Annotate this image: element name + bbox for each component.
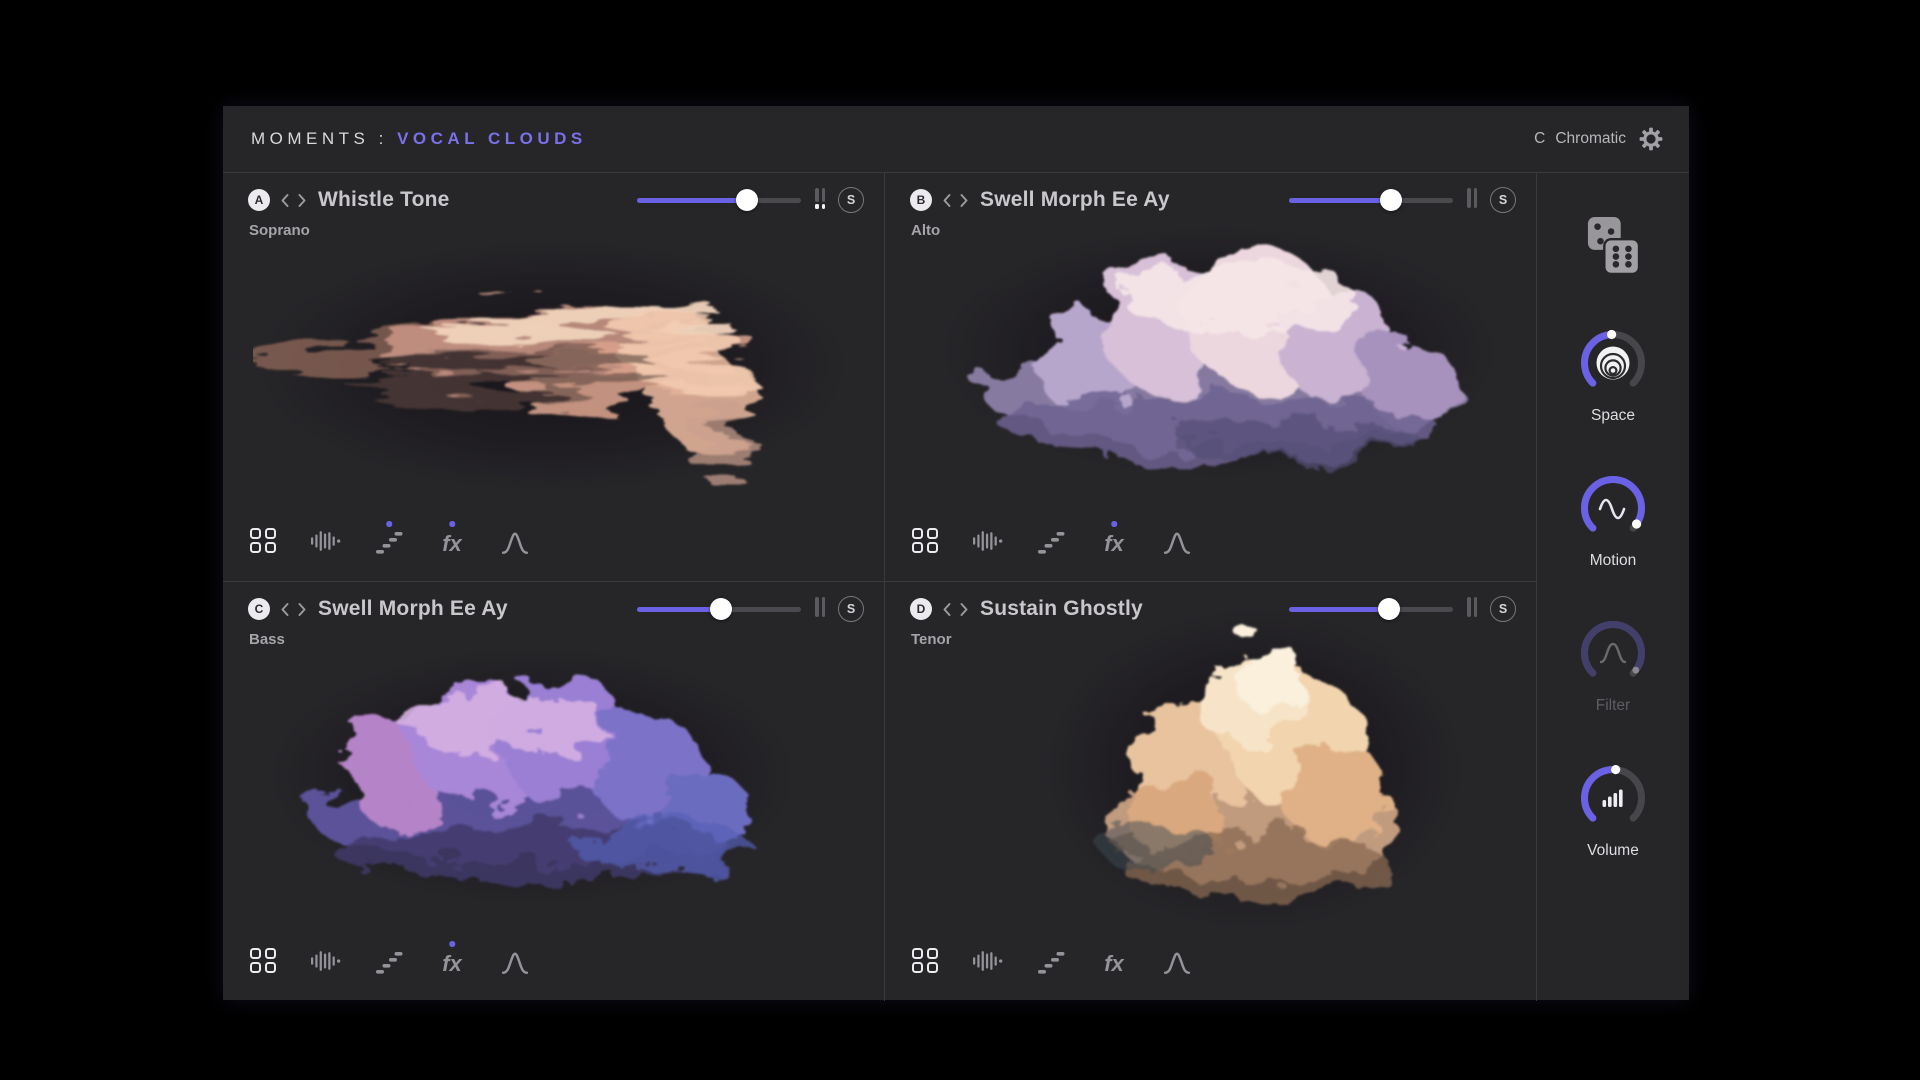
filter-knob[interactable]: Filter <box>1577 617 1649 715</box>
voice-label: Tenor <box>911 631 1536 648</box>
waveform-icon[interactable] <box>973 943 1003 975</box>
layers-grid-icon[interactable] <box>910 943 940 975</box>
active-dot <box>1111 521 1117 527</box>
next-preset-button[interactable] <box>297 602 307 617</box>
active-dot <box>449 521 455 527</box>
fx-icon[interactable]: fx <box>437 523 467 555</box>
product-name: VOCAL CLOUDS <box>397 129 587 148</box>
waveform-icon[interactable] <box>311 943 341 975</box>
fx-icon[interactable]: fx <box>437 943 467 975</box>
stereo-meter-icon <box>1467 188 1477 212</box>
prev-preset-button[interactable] <box>942 193 952 208</box>
level-slider[interactable] <box>1289 198 1453 203</box>
envelope-icon[interactable] <box>500 943 530 975</box>
stereo-meter-icon <box>815 188 825 212</box>
next-preset-button[interactable] <box>959 193 969 208</box>
sine-icon <box>1600 500 1624 518</box>
prev-preset-button[interactable] <box>280 193 290 208</box>
stereo-meter-icon <box>1467 597 1477 621</box>
fx-icon[interactable]: fx <box>1099 943 1129 975</box>
slot-letter-badge[interactable]: A <box>248 189 270 211</box>
active-dot <box>449 941 455 947</box>
voice-label: Soprano <box>249 222 884 239</box>
cloud-image-c <box>268 642 798 910</box>
voice-label: Bass <box>249 631 884 648</box>
layers-grid-icon[interactable] <box>910 523 940 555</box>
brand-name: MOMENTS : <box>251 129 388 148</box>
waveform-icon[interactable] <box>311 523 341 555</box>
knob-label: Volume <box>1587 842 1639 860</box>
slot-c: C Swell Morph Ee Ay S <box>223 582 885 1001</box>
preset-name: Swell Morph Ee Ay <box>980 188 1170 212</box>
knob-label: Space <box>1591 407 1635 425</box>
active-dot <box>386 521 392 527</box>
prev-preset-button[interactable] <box>942 602 952 617</box>
preset-name: Sustain Ghostly <box>980 597 1143 621</box>
knob-label: Filter <box>1596 697 1630 715</box>
slot-letter-badge[interactable]: D <box>910 598 932 620</box>
waveform-icon[interactable] <box>973 523 1003 555</box>
level-slider[interactable] <box>1289 607 1453 612</box>
solo-button[interactable]: S <box>838 596 864 622</box>
stereo-meter-icon <box>815 597 825 621</box>
slot-b: B Swell Morph Ee Ay S <box>885 173 1536 582</box>
slot-d: D Sustain Ghostly S <box>885 582 1536 1001</box>
prev-preset-button[interactable] <box>280 602 290 617</box>
next-preset-button[interactable] <box>297 193 307 208</box>
app-title: MOMENTS : VOCAL CLOUDS <box>251 129 587 149</box>
motion-knob[interactable]: Motion <box>1577 472 1649 570</box>
steps-icon[interactable] <box>374 943 404 975</box>
plugin-window: MOMENTS : VOCAL CLOUDS C Chromatic <box>223 106 1689 1000</box>
envelope-icon[interactable] <box>1162 523 1192 555</box>
steps-icon[interactable] <box>1036 943 1066 975</box>
dice-icon[interactable] <box>1586 215 1640 280</box>
master-sidebar: Space Motion <box>1536 173 1689 1001</box>
solo-button[interactable]: S <box>838 187 864 213</box>
ripple-icon <box>1597 347 1630 380</box>
header-bar: MOMENTS : VOCAL CLOUDS C Chromatic <box>223 106 1689 173</box>
slot-letter-badge[interactable]: C <box>248 598 270 620</box>
envelope-icon[interactable] <box>500 523 530 555</box>
space-knob[interactable]: Space <box>1577 327 1649 425</box>
layers-grid-icon[interactable] <box>248 523 278 555</box>
key-value: C <box>1534 130 1545 148</box>
envelope-icon[interactable] <box>1162 943 1192 975</box>
cloud-image-a <box>253 235 853 497</box>
key-scale-selector[interactable]: C Chromatic <box>1534 130 1626 148</box>
cloud-image-d <box>1045 604 1465 934</box>
layers-grid-icon[interactable] <box>248 943 278 975</box>
level-slider[interactable] <box>637 607 801 612</box>
bell-curve-icon <box>1601 644 1625 662</box>
solo-button[interactable]: S <box>1490 187 1516 213</box>
voice-label: Alto <box>911 222 1536 239</box>
cloud-image-b <box>940 221 1500 483</box>
level-bars-icon <box>1603 790 1623 808</box>
slot-a: A Whistle Tone S <box>223 173 885 582</box>
steps-icon[interactable] <box>1036 523 1066 555</box>
scale-value: Chromatic <box>1555 130 1626 148</box>
preset-name: Swell Morph Ee Ay <box>318 597 508 621</box>
preset-name: Whistle Tone <box>318 188 450 212</box>
knob-label: Motion <box>1590 552 1637 570</box>
level-slider[interactable] <box>637 198 801 203</box>
fx-icon[interactable]: fx <box>1099 523 1129 555</box>
solo-button[interactable]: S <box>1490 596 1516 622</box>
steps-icon[interactable] <box>374 523 404 555</box>
next-preset-button[interactable] <box>959 602 969 617</box>
slot-letter-badge[interactable]: B <box>910 189 932 211</box>
volume-knob[interactable]: Volume <box>1577 762 1649 860</box>
gear-icon[interactable] <box>1639 127 1663 151</box>
